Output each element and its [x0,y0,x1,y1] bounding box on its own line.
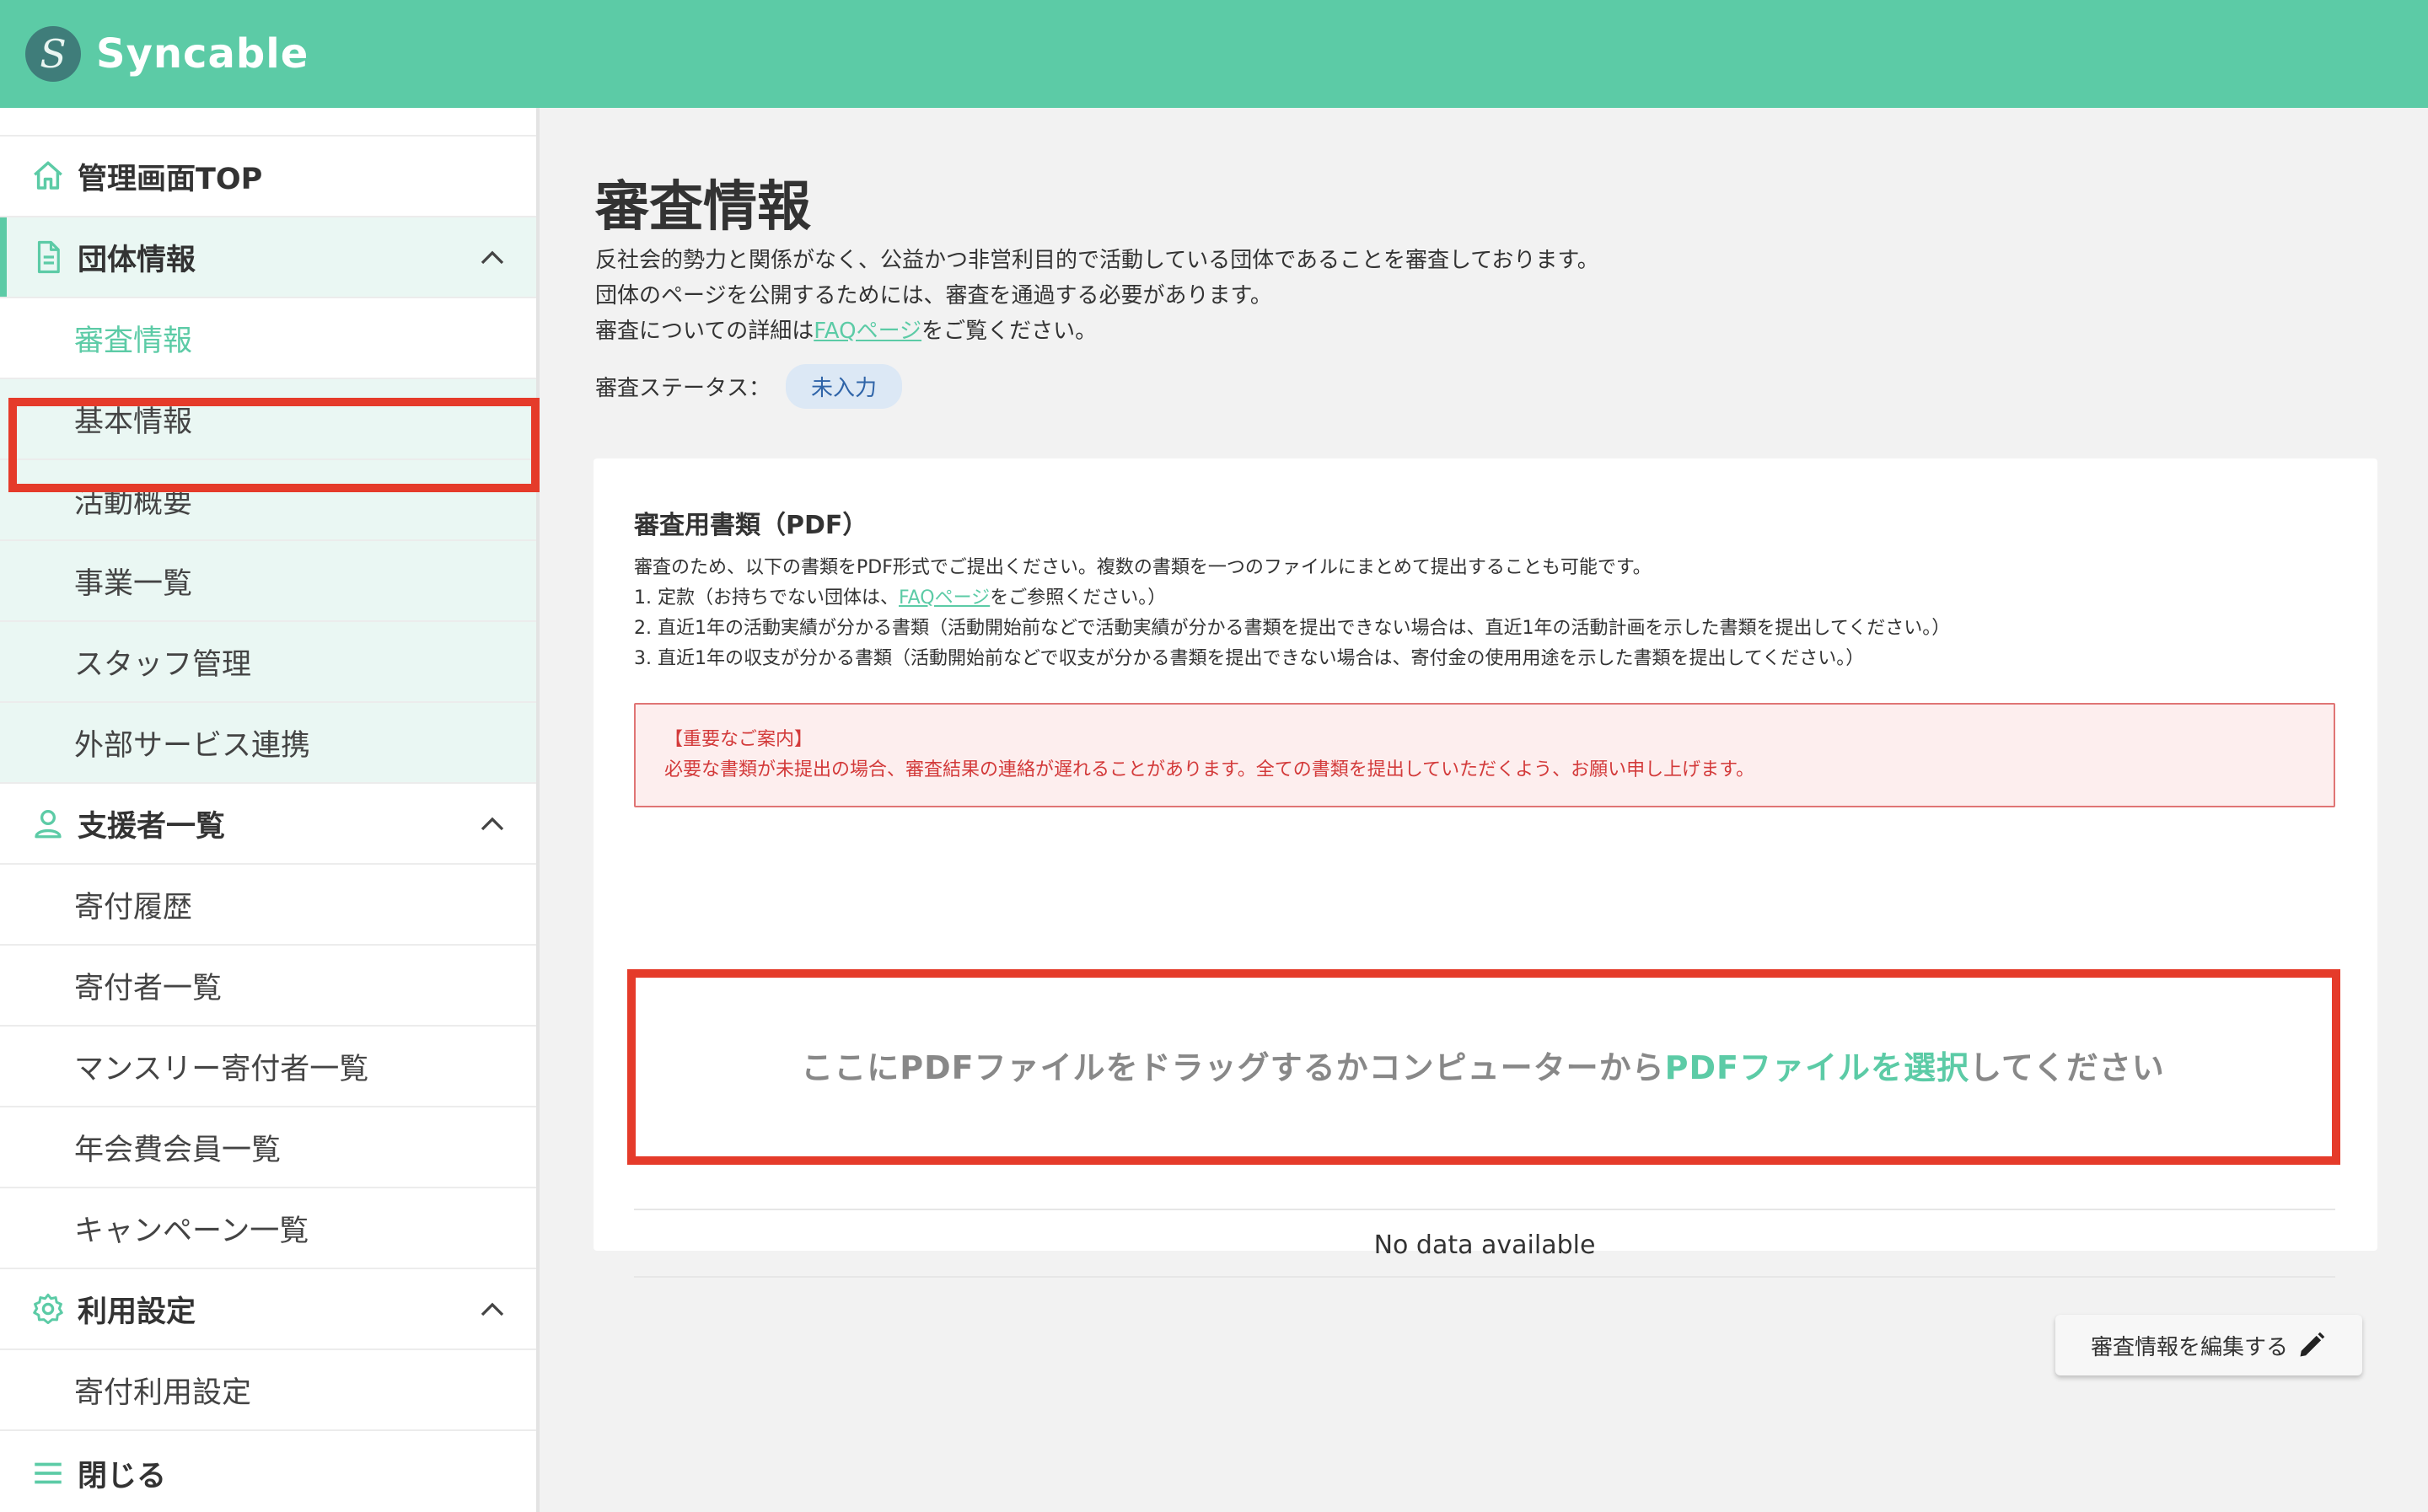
sidebar-item-external-services[interactable]: 外部サービス連携 [0,703,536,784]
page-title: 審査情報 [595,176,811,239]
requirement-item: 1. 定款（お持ちでない団体は、FAQページをご参照ください。） [634,583,1950,614]
sidebar-item-donors[interactable]: 寄付者一覧 [0,946,536,1027]
description-line: 反社会的勢力と関係がなく、公益かつ非営利目的で活動している団体であることを審査し… [595,248,1599,273]
divider [634,1276,2335,1278]
sidebar-item-donation-settings[interactable]: 寄付利用設定 [0,1350,536,1431]
sidebar-item-label: 年会費会員一覧 [74,1133,282,1167]
important-notice: 【重要なご案内】 必要な書類が未提出の場合、審査結果の連絡が遅れることがあります… [634,703,2335,807]
sidebar-item-label: 審査情報 [74,324,193,358]
sidebar-item-campaigns[interactable]: キャンペーン一覧 [0,1188,536,1269]
chevron-up-icon[interactable] [475,809,509,839]
requirement-item: 3. 直近1年の収支が分かる書類（活動開始前などで収支が分かる書類を提出できない… [634,648,1865,669]
requirement-item: 2. 直近1年の活動実績が分かる書類（活動開始前などで活動実績が分かる書類を提出… [634,618,1951,639]
sidebar-item-label: スタッフ管理 [74,647,252,682]
documents-card: 審査用書類（PDF） 審査のため、以下の書類をPDF形式でご提出ください。複数の… [594,458,2377,1278]
sidebar-group-organization: 団体情報 審査情報 基本情報 活動概要 事業一覧 スタッフ管理 外部サービス連携 [0,217,536,784]
select-pdf-link[interactable]: PDFファイルを選択 [1665,1042,1969,1088]
edit-review-button[interactable]: 審査情報を編集する [2055,1315,2362,1375]
sidebar-group-header-supporters[interactable]: 支援者一覧 [0,784,536,865]
pdf-dropzone[interactable]: ここにPDFファイルをドラッグするかコンピューターから PDFファイルを選択 してく… [631,973,2335,1156]
card-description: 審査のため、以下の書類をPDF形式でご提出ください。複数の書類を一つのファイルに… [634,553,1950,674]
dropzone-text: ここにPDFファイルをドラッグするかコンピューターから [801,1048,1665,1086]
document-icon [30,239,66,275]
chevron-up-icon[interactable] [475,243,509,273]
sidebar-item-monthly-donors[interactable]: マンスリー寄付者一覧 [0,1027,536,1107]
no-data-text: No data available [1373,1231,1596,1260]
sidebar-item-label: 活動概要 [74,485,193,520]
description-text: をご覧ください。 [921,319,1098,344]
requirement-text: 1. 定款（お持ちでない団体は、 [634,587,899,609]
review-status: 審査ステータス： 未入力 [595,364,903,409]
sidebar-group-label: 支援者一覧 [78,809,226,844]
sidebar-item-label: 事業一覧 [74,566,193,601]
status-label: 審査ステータス： [595,376,771,401]
sidebar-item-label: 寄付者一覧 [74,971,223,1005]
menu-icon [30,1456,66,1491]
person-icon [30,806,66,841]
sidebar-close-label: 閉じる [78,1459,167,1493]
sidebar-close-button[interactable]: 閉じる [0,1431,536,1512]
sidebar-item-donation-history[interactable]: 寄付履歴 [0,865,536,946]
divider [634,1209,2335,1210]
sidebar-item-label: 基本情報 [74,405,193,439]
sidebar-item-projects[interactable]: 事業一覧 [0,541,536,622]
sidebar-group-label: 利用設定 [78,1295,196,1329]
card-intro: 審査のため、以下の書類をPDF形式でご提出ください。複数の書類を一つのファイルに… [634,557,1652,578]
sidebar-item-label: マンスリー寄付者一覧 [74,1052,369,1086]
status-badge: 未入力 [786,364,903,409]
sidebar-spacer [0,108,536,137]
sidebar-item-label: 管理画面TOP [78,162,263,196]
sidebar-item-top[interactable]: 管理画面TOP [0,137,536,217]
sidebar-item-basic-info[interactable]: 基本情報 [0,379,536,460]
sidebar-item-label: 寄付利用設定 [74,1375,252,1410]
sidebar-item-staff[interactable]: スタッフ管理 [0,622,536,703]
sidebar-item-label: キャンペーン一覧 [74,1214,309,1248]
sidebar-item-annual-members[interactable]: 年会費会員一覧 [0,1107,536,1188]
description-text: 審査についての詳細は [595,319,814,344]
app-name[interactable]: Syncable [96,30,309,78]
pencil-icon [2296,1330,2327,1360]
card-title: 審査用書類（PDF） [634,511,868,540]
notice-body: 必要な書類が未提出の場合、審査結果の連絡が遅れることがあります。全ての書類を提出… [664,759,1754,780]
page-description: 反社会的勢力と関係がなく、公益かつ非営利目的で活動している団体であることを審査し… [595,243,1599,349]
faq-link[interactable]: FAQページ [899,587,990,609]
sidebar-group-label: 団体情報 [78,243,196,277]
notice-title: 【重要なご案内】 [664,729,814,750]
requirement-text: をご参照ください。） [990,587,1167,609]
faq-link[interactable]: FAQページ [814,319,921,344]
home-icon [30,158,66,194]
description-line: 団体のページを公開するためには、審査を通過する必要があります。 [595,283,1272,308]
gear-icon [30,1291,66,1327]
sidebar-group-header-settings[interactable]: 利用設定 [0,1269,536,1350]
sidebar-item-activity[interactable]: 活動概要 [0,460,536,541]
description-line: 審査についての詳細はFAQページをご覧ください。 [595,314,1599,349]
chevron-up-icon[interactable] [475,1295,509,1325]
sidebar-item-review[interactable]: 審査情報 [0,298,536,379]
sidebar-item-label: 外部サービス連携 [74,728,311,763]
sidebar-item-label: 寄付履歴 [74,890,193,925]
logo-icon[interactable]: S [25,26,81,82]
edit-button-label: 審査情報を編集する [2090,1334,2288,1360]
app-header: S Syncable [0,0,2428,108]
sidebar-group-header-organization[interactable]: 団体情報 [0,217,536,298]
sidebar: 管理画面TOP 団体情報 審査情報 基本情報 活動概要 事業一覧 スタッフ管理 … [0,108,540,1512]
dropzone-text: してください [1969,1048,2165,1086]
